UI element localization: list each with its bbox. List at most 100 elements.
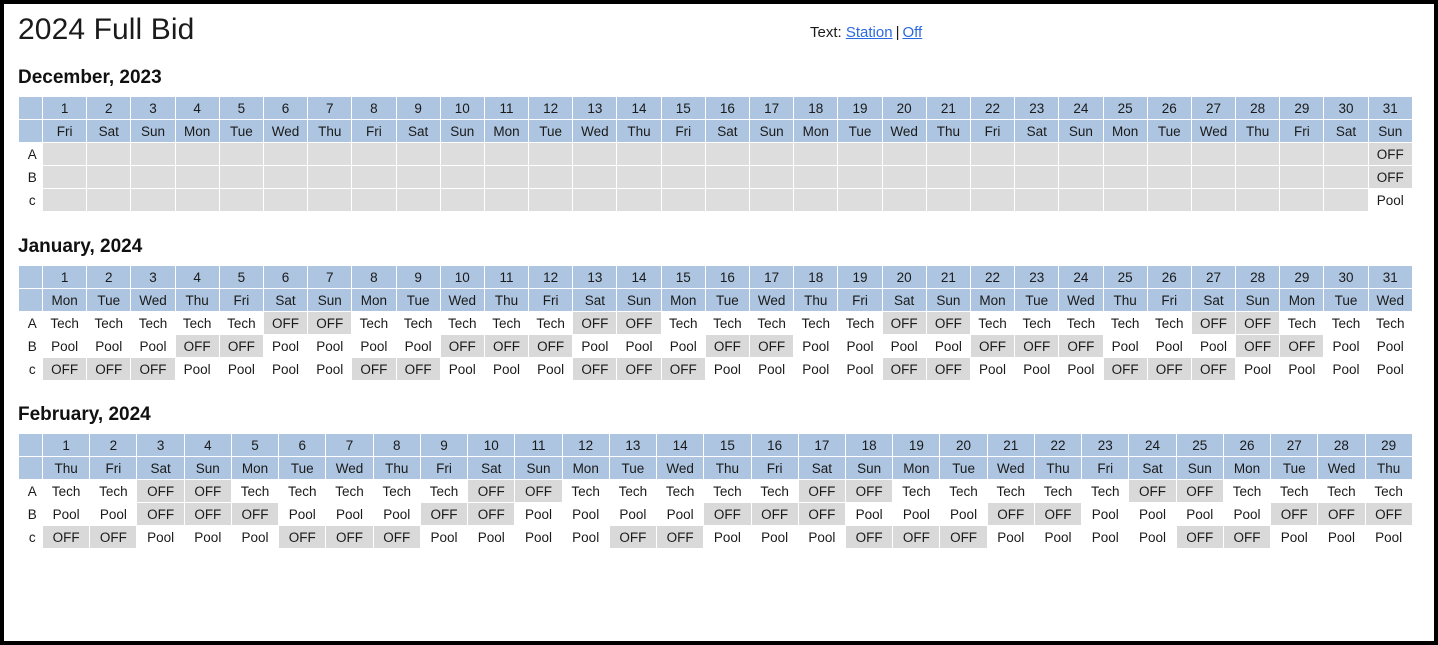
shift-cell-pool[interactable]: Pool bbox=[1081, 525, 1130, 549]
shift-cell-empty[interactable] bbox=[86, 142, 132, 166]
shift-cell-off[interactable]: OFF bbox=[439, 334, 485, 358]
shift-cell-off[interactable]: OFF bbox=[351, 357, 397, 381]
shift-cell-tech[interactable]: Tech bbox=[218, 311, 264, 335]
shift-cell-empty[interactable] bbox=[1190, 188, 1237, 212]
shift-cell-pool[interactable]: Pool bbox=[1128, 525, 1177, 549]
shift-cell-tech[interactable]: Tech bbox=[1323, 311, 1369, 335]
shift-cell-off[interactable]: OFF bbox=[986, 502, 1035, 526]
shift-cell-pool[interactable]: Pool bbox=[1102, 334, 1148, 358]
shift-cell-off[interactable]: OFF bbox=[41, 357, 88, 381]
shift-cell-tech[interactable]: Tech bbox=[561, 479, 610, 503]
shift-cell-off[interactable]: OFF bbox=[183, 502, 232, 526]
shift-cell-pool[interactable]: Pool bbox=[1317, 525, 1366, 549]
shift-cell-off[interactable]: OFF bbox=[372, 525, 421, 549]
shift-cell-pool[interactable]: Pool bbox=[608, 502, 658, 526]
shift-cell-tech[interactable]: Tech bbox=[1014, 311, 1060, 335]
shift-cell-pool[interactable]: Pool bbox=[797, 525, 846, 549]
shift-cell-pool[interactable]: Pool bbox=[1279, 357, 1325, 381]
shift-cell-off[interactable]: OFF bbox=[325, 525, 374, 549]
shift-cell-empty[interactable] bbox=[307, 188, 353, 212]
shift-cell-pool[interactable]: Pool bbox=[136, 525, 185, 549]
shift-cell-off[interactable]: OFF bbox=[797, 502, 846, 526]
shift-cell-off[interactable]: OFF bbox=[1235, 311, 1281, 335]
shift-cell-pool[interactable]: Pool bbox=[351, 334, 397, 358]
shift-cell-tech[interactable]: Tech bbox=[395, 311, 441, 335]
shift-cell-empty[interactable] bbox=[262, 188, 309, 212]
shift-cell-pool[interactable]: Pool bbox=[1222, 502, 1272, 526]
text-mode-off-link[interactable]: Off bbox=[902, 24, 922, 41]
shift-cell-off[interactable]: OFF bbox=[969, 334, 1016, 358]
shift-cell-off[interactable]: OFF bbox=[1014, 334, 1060, 358]
shift-cell-pool[interactable]: Pool bbox=[1058, 357, 1104, 381]
shift-cell-pool[interactable]: Pool bbox=[419, 525, 469, 549]
shift-cell-empty[interactable] bbox=[395, 142, 441, 166]
shift-cell-tech[interactable]: Tech bbox=[608, 479, 658, 503]
shift-cell-pool[interactable]: Pool bbox=[969, 357, 1016, 381]
shift-cell-tech[interactable]: Tech bbox=[748, 311, 795, 335]
shift-cell-empty[interactable] bbox=[307, 165, 353, 189]
shift-cell-off[interactable]: OFF bbox=[218, 334, 264, 358]
shift-cell-off[interactable]: OFF bbox=[704, 334, 751, 358]
shift-cell-off[interactable]: OFF bbox=[1190, 311, 1237, 335]
shift-cell-empty[interactable] bbox=[130, 165, 176, 189]
shift-cell-tech[interactable]: Tech bbox=[892, 479, 941, 503]
shift-cell-pool[interactable]: Pool bbox=[1367, 188, 1413, 212]
text-mode-station-link[interactable]: Station bbox=[846, 24, 893, 41]
shift-cell-tech[interactable]: Tech bbox=[278, 479, 327, 503]
shift-cell-off[interactable]: OFF bbox=[528, 334, 574, 358]
shift-cell-pool[interactable]: Pool bbox=[1081, 502, 1130, 526]
shift-cell-empty[interactable] bbox=[1323, 165, 1369, 189]
shift-cell-empty[interactable] bbox=[41, 188, 88, 212]
shift-cell-tech[interactable]: Tech bbox=[351, 311, 397, 335]
shift-cell-off[interactable]: OFF bbox=[1175, 525, 1224, 549]
shift-cell-pool[interactable]: Pool bbox=[41, 334, 88, 358]
shift-cell-off[interactable]: OFF bbox=[395, 357, 441, 381]
shift-cell-pool[interactable]: Pool bbox=[703, 525, 752, 549]
shift-cell-pool[interactable]: Pool bbox=[262, 334, 309, 358]
shift-cell-tech[interactable]: Tech bbox=[230, 479, 280, 503]
shift-cell-off[interactable]: OFF bbox=[86, 357, 132, 381]
shift-cell-tech[interactable]: Tech bbox=[372, 479, 421, 503]
shift-cell-pool[interactable]: Pool bbox=[41, 502, 91, 526]
shift-cell-off[interactable]: OFF bbox=[616, 357, 662, 381]
shift-cell-pool[interactable]: Pool bbox=[925, 334, 971, 358]
shift-cell-empty[interactable] bbox=[174, 165, 220, 189]
shift-cell-pool[interactable]: Pool bbox=[660, 334, 706, 358]
shift-cell-pool[interactable]: Pool bbox=[844, 502, 894, 526]
shift-cell-tech[interactable]: Tech bbox=[1270, 479, 1319, 503]
shift-cell-off[interactable]: OFF bbox=[572, 357, 618, 381]
shift-cell-off[interactable]: OFF bbox=[703, 502, 752, 526]
shift-cell-pool[interactable]: Pool bbox=[837, 357, 883, 381]
shift-cell-empty[interactable] bbox=[837, 165, 883, 189]
shift-cell-empty[interactable] bbox=[1102, 188, 1148, 212]
shift-cell-pool[interactable]: Pool bbox=[1146, 334, 1192, 358]
shift-cell-off[interactable]: OFF bbox=[881, 357, 927, 381]
shift-cell-empty[interactable] bbox=[86, 165, 132, 189]
shift-cell-empty[interactable] bbox=[1146, 165, 1192, 189]
shift-cell-off[interactable]: OFF bbox=[748, 334, 795, 358]
shift-cell-empty[interactable] bbox=[439, 188, 485, 212]
shift-cell-empty[interactable] bbox=[528, 142, 574, 166]
shift-cell-tech[interactable]: Tech bbox=[41, 479, 91, 503]
shift-cell-empty[interactable] bbox=[174, 142, 220, 166]
shift-cell-off[interactable]: OFF bbox=[1033, 502, 1083, 526]
shift-cell-pool[interactable]: Pool bbox=[1235, 357, 1281, 381]
shift-cell-pool[interactable]: Pool bbox=[656, 502, 705, 526]
shift-cell-pool[interactable]: Pool bbox=[881, 334, 927, 358]
shift-cell-off[interactable]: OFF bbox=[1367, 142, 1413, 166]
shift-cell-tech[interactable]: Tech bbox=[660, 311, 706, 335]
shift-cell-pool[interactable]: Pool bbox=[1033, 525, 1083, 549]
shift-cell-pool[interactable]: Pool bbox=[1367, 334, 1413, 358]
shift-cell-off[interactable]: OFF bbox=[892, 525, 941, 549]
shift-cell-tech[interactable]: Tech bbox=[704, 311, 751, 335]
shift-cell-empty[interactable] bbox=[483, 142, 530, 166]
shift-cell-off[interactable]: OFF bbox=[1317, 502, 1366, 526]
shift-cell-off[interactable]: OFF bbox=[183, 479, 232, 503]
shift-cell-tech[interactable]: Tech bbox=[656, 479, 705, 503]
shift-cell-off[interactable]: OFF bbox=[656, 525, 705, 549]
shift-cell-tech[interactable]: Tech bbox=[1222, 479, 1272, 503]
shift-cell-off[interactable]: OFF bbox=[419, 502, 469, 526]
shift-cell-empty[interactable] bbox=[1279, 142, 1325, 166]
shift-cell-empty[interactable] bbox=[660, 142, 706, 166]
shift-cell-empty[interactable] bbox=[837, 188, 883, 212]
